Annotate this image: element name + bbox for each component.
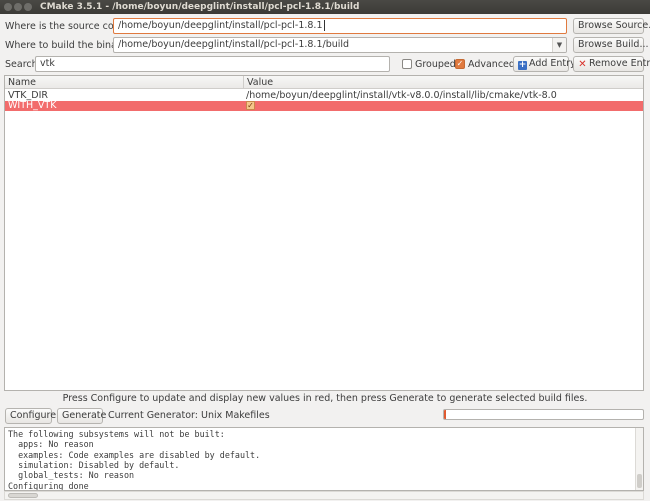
- grouped-label: Grouped: [415, 59, 456, 70]
- output-line: simulation: Disabled by default.: [8, 459, 180, 470]
- browse-source-button[interactable]: Browse Source...: [573, 18, 650, 34]
- generate-button[interactable]: Generate: [57, 408, 106, 424]
- cache-entries-table[interactable]: Name Value VTK_DIR /home/boyun/deepglint…: [4, 75, 644, 391]
- window-titlebar: CMake 3.5.1 - /home/boyun/deepglint/inst…: [0, 0, 650, 14]
- scrollbar-thumb[interactable]: [637, 474, 642, 488]
- grouped-checkbox[interactable]: [402, 59, 412, 69]
- remove-icon: ✕: [578, 59, 587, 70]
- progress-fill: [444, 410, 446, 419]
- close-window-icon[interactable]: [4, 3, 12, 11]
- source-label: Where is the source code:: [5, 21, 129, 32]
- source-path-field[interactable]: /home/boyun/deepglint/install/pcl-pcl-1.…: [113, 18, 567, 34]
- add-entry-label: Add Entry: [529, 58, 576, 69]
- output-line: global_tests: No reason: [8, 470, 135, 481]
- output-line: examples: Code examples are disabled by …: [8, 449, 261, 460]
- search-input[interactable]: vtk: [35, 56, 390, 72]
- table-header: Name Value: [5, 76, 643, 89]
- current-generator-text: Current Generator: Unix Makefiles: [108, 410, 270, 421]
- output-line: Configuring done: [8, 480, 89, 491]
- output-log[interactable]: The following subsystems will not be bui…: [4, 427, 644, 491]
- window-title: CMake 3.5.1 - /home/boyun/deepglint/inst…: [40, 2, 360, 12]
- source-path-value: /home/boyun/deepglint/install/pcl-pcl-1.…: [118, 20, 323, 31]
- advanced-label: Advanced: [468, 59, 515, 70]
- scrollbar-thumb[interactable]: [8, 493, 38, 498]
- configure-button[interactable]: Configure: [5, 408, 56, 424]
- maximize-window-icon[interactable]: [24, 3, 32, 11]
- horizontal-scrollbar[interactable]: [4, 491, 644, 500]
- checkbox-checked-icon: ✓: [246, 101, 255, 110]
- vertical-scrollbar[interactable]: [635, 428, 643, 490]
- entry-name: WITH_VTK: [8, 100, 57, 111]
- table-row[interactable]: VTK_DIR /home/boyun/deepglint/install/vt…: [5, 91, 643, 101]
- build-path-value: /home/boyun/deepglint/install/pcl-pcl-1.…: [118, 39, 350, 50]
- browse-build-button[interactable]: Browse Build...: [573, 37, 649, 53]
- build-path-combobox[interactable]: /home/boyun/deepglint/install/pcl-pcl-1.…: [113, 37, 567, 53]
- text-caret: [323, 20, 325, 31]
- entry-value-checkbox[interactable]: ✓: [246, 101, 255, 111]
- table-row-selected[interactable]: WITH_VTK ✓: [5, 101, 643, 111]
- plus-icon: +: [518, 60, 527, 70]
- progress-bar: [443, 409, 644, 420]
- advanced-checkbox[interactable]: ✓: [455, 59, 465, 69]
- column-header-name[interactable]: Name: [5, 76, 243, 89]
- column-header-value[interactable]: Value: [243, 76, 643, 89]
- remove-entry-button[interactable]: ✕ Remove Entry: [573, 56, 650, 72]
- minimize-window-icon[interactable]: [14, 3, 22, 11]
- search-input-value: vtk: [40, 58, 55, 69]
- remove-entry-label: Remove Entry: [589, 58, 650, 69]
- chevron-down-icon[interactable]: ▼: [552, 38, 566, 52]
- add-entry-button[interactable]: + Add Entry: [513, 56, 576, 72]
- status-message: Press Configure to update and display ne…: [62, 393, 588, 404]
- output-line: apps: No reason: [8, 439, 94, 450]
- entry-value[interactable]: /home/boyun/deepglint/install/vtk-v8.0.0…: [246, 91, 557, 101]
- output-line: The following subsystems will not be bui…: [8, 429, 225, 439]
- window-controls: [4, 3, 34, 17]
